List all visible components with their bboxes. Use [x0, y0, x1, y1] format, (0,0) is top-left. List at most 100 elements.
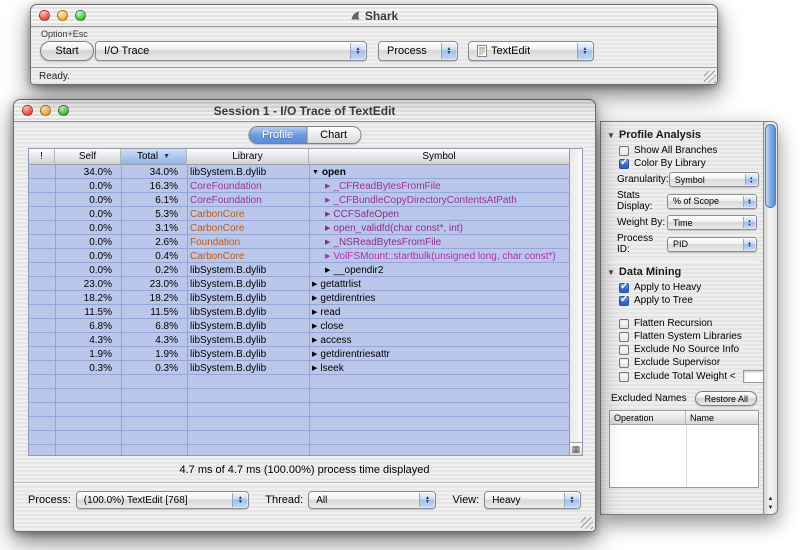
disclosure-closed-icon[interactable]: ▶ [312, 336, 317, 344]
column-header-name[interactable]: Name [686, 411, 758, 424]
checkbox[interactable] [619, 344, 629, 355]
drawer-popup[interactable]: % of Scope ▲ ▼ [667, 193, 757, 209]
table-row[interactable]: 23.0% 23.0% libSystem.B.dylib ▶ getattrlist [29, 277, 569, 291]
table-scrollbar-gutter[interactable]: ▦ [569, 149, 582, 455]
config-popup[interactable]: I/O Trace ▲ ▼ [95, 41, 367, 61]
table-row[interactable]: 4.3% 4.3% libSystem.B.dylib ▶ access [29, 333, 569, 347]
disclosure-closed-icon[interactable]: ▶ [312, 280, 317, 288]
thread-popup[interactable]: All ▲ ▼ [308, 491, 437, 509]
disclosure-closed-icon[interactable]: ▶ [325, 252, 330, 260]
table-row[interactable]: 0.0% 16.3% CoreFoundation ▶ _CFReadBytesFrom… [29, 179, 569, 193]
restore-all-button[interactable]: Restore All [695, 391, 757, 406]
checkbox-row: Flatten Recursion [619, 318, 759, 329]
shark-titlebar[interactable]: Shark [31, 5, 717, 27]
column-header-self[interactable]: Self [55, 149, 121, 164]
checkbox[interactable] [619, 318, 629, 329]
popup-arrows-icon: ▲ ▼ [441, 43, 456, 59]
scroll-up-button[interactable]: ▲ [768, 496, 774, 502]
disclosure-closed-icon[interactable]: ▶ [312, 308, 317, 316]
target-process-popup[interactable]: TextEdit ▲ ▼ [468, 41, 594, 61]
start-button[interactable]: Start [40, 41, 94, 61]
disclosure-closed-icon[interactable]: ▶ [325, 210, 330, 218]
disclosure-closed-icon[interactable]: ▶ [312, 294, 317, 302]
column-divider [686, 425, 687, 487]
table-row[interactable]: 0.0% 0.4% CarbonCore ▶ VolFSMount::startbulk… [29, 249, 569, 263]
sort-descending-icon: ▼ [163, 153, 171, 160]
shark-toolbar: Option+Esc Start I/O Trace ▲ ▼ Process ▲ ▼… [31, 27, 717, 69]
disclosure-open-icon[interactable]: ▼ [607, 131, 615, 140]
analysis-popups: Granularity: Symbol ▲ ▼ Stats Display:% of S… [607, 172, 759, 255]
table-row[interactable]: 34.0% 34.0% libSystem.B.dylib ▼ open [29, 165, 569, 179]
table-row[interactable]: 0.0% 5.3% CarbonCore ▶ CCFSafeOpen [29, 207, 569, 221]
column-header-library[interactable]: Library [187, 149, 309, 164]
disclosure-closed-icon[interactable]: ▶ [325, 196, 330, 204]
table-row[interactable]: 0.0% 3.1% CarbonCore ▶ open_validfd(char con… [29, 221, 569, 235]
disclosure-closed-icon[interactable]: ▶ [312, 322, 317, 330]
settings-drawer: ▼ Profile Analysis Show All BranchesColo… [600, 121, 778, 515]
table-row[interactable]: 0.0% 0.2% libSystem.B.dylib ▶ __opendir2 [29, 263, 569, 277]
disclosure-closed-icon[interactable]: ▶ [312, 364, 317, 372]
table-row[interactable]: 0.3% 0.3% libSystem.B.dylib ▶ lseek [29, 361, 569, 375]
disclosure-closed-icon[interactable]: ▶ [325, 238, 330, 246]
table-row[interactable]: 0.0% 6.1% CoreFoundation ▶ _CFBundleCopyDire… [29, 193, 569, 207]
column-header-total[interactable]: Total ▼ [121, 149, 187, 164]
table-row[interactable]: 11.5% 11.5% libSystem.B.dylib ▶ read [29, 305, 569, 319]
tab-profile[interactable]: Profile [248, 127, 307, 143]
checkbox[interactable] [619, 157, 629, 169]
disclosure-open-icon[interactable]: ▼ [312, 169, 319, 176]
session-titlebar[interactable]: Session 1 - I/O Trace of TextEdit [14, 100, 595, 122]
excluded-names-table[interactable]: Operation Name [609, 410, 759, 488]
checkbox[interactable] [619, 357, 629, 368]
disclosure-open-icon[interactable]: ▼ [607, 268, 615, 277]
profile-table: ! Self Total ▼ Library Symbol 34.0% 34.0… [28, 148, 583, 456]
minimize-button[interactable] [40, 105, 51, 116]
disclosure-closed-icon[interactable]: ▶ [312, 350, 317, 358]
checkbox[interactable] [619, 331, 629, 342]
view-popup[interactable]: Heavy ▲ ▼ [484, 491, 581, 509]
popup-row: Stats Display:% of Scope ▲ ▼ [617, 190, 757, 212]
zoom-button[interactable] [75, 10, 86, 21]
disclosure-closed-icon[interactable]: ▶ [325, 266, 330, 274]
popup-arrows-icon: ▲ ▼ [232, 493, 248, 507]
drawer-popup[interactable]: Time ▲ ▼ [667, 215, 757, 230]
popup-row: Weight By: Time ▲ ▼ [617, 215, 757, 230]
total-weight-field[interactable] [742, 370, 763, 383]
table-row[interactable]: 18.2% 18.2% libSystem.B.dylib ▶ getdirentrie… [29, 291, 569, 305]
drawer-popup[interactable]: Symbol ▲ ▼ [668, 172, 759, 187]
profile-table-header: ! Self Total ▼ Library Symbol [29, 149, 569, 165]
checkbox[interactable] [619, 145, 629, 156]
shortcut-hint: Option+Esc [41, 29, 88, 39]
target-type-popup[interactable]: Process ▲ ▼ [378, 41, 458, 61]
process-popup[interactable]: (100.0%) TextEdit [768] ▲ ▼ [75, 491, 250, 509]
session-resize-grip[interactable] [581, 517, 593, 529]
column-header-operation[interactable]: Operation [610, 411, 686, 424]
close-button[interactable] [22, 105, 33, 116]
checkbox[interactable] [619, 281, 629, 293]
table-row[interactable]: 1.9% 1.9% libSystem.B.dylib ▶ getdirentriesa… [29, 347, 569, 361]
tab-chart[interactable]: Chart [306, 127, 361, 143]
table-row[interactable]: 6.8% 6.8% libSystem.B.dylib ▶ close [29, 319, 569, 333]
grid-view-button[interactable]: ▦ [570, 442, 582, 455]
disclosure-closed-icon[interactable]: ▶ [325, 224, 330, 232]
disclosure-closed-icon[interactable]: ▶ [325, 182, 330, 190]
close-button[interactable] [39, 10, 50, 21]
checkbox[interactable] [619, 371, 629, 382]
checkbox-row: Exclude Supervisor [619, 357, 759, 368]
profile-analysis-header[interactable]: ▼ Profile Analysis [607, 129, 759, 141]
zoom-button[interactable] [58, 105, 69, 116]
popup-arrows-icon: ▲ ▼ [743, 217, 755, 228]
checkbox-row: Exclude Total Weight < [619, 370, 763, 383]
data-mining-header[interactable]: ▼ Data Mining [607, 266, 759, 278]
minimize-button[interactable] [57, 10, 68, 21]
drawer-popup[interactable]: PID ▲ ▼ [667, 236, 757, 252]
checkbox[interactable] [619, 294, 629, 306]
view-label: View: [452, 494, 480, 506]
drawer-scrollbar[interactable]: ▲ ▼ [763, 122, 777, 514]
column-header-symbol[interactable]: Symbol [309, 149, 569, 164]
column-header-exclamation[interactable]: ! [29, 149, 55, 164]
popup-row: Granularity: Symbol ▲ ▼ [617, 172, 759, 187]
scrollbar-thumb[interactable] [765, 124, 776, 208]
resize-grip[interactable] [704, 71, 716, 83]
table-row[interactable]: 0.0% 2.6% Foundation ▶ _NSReadBytesFromFile [29, 235, 569, 249]
scroll-down-button[interactable]: ▼ [768, 505, 774, 511]
